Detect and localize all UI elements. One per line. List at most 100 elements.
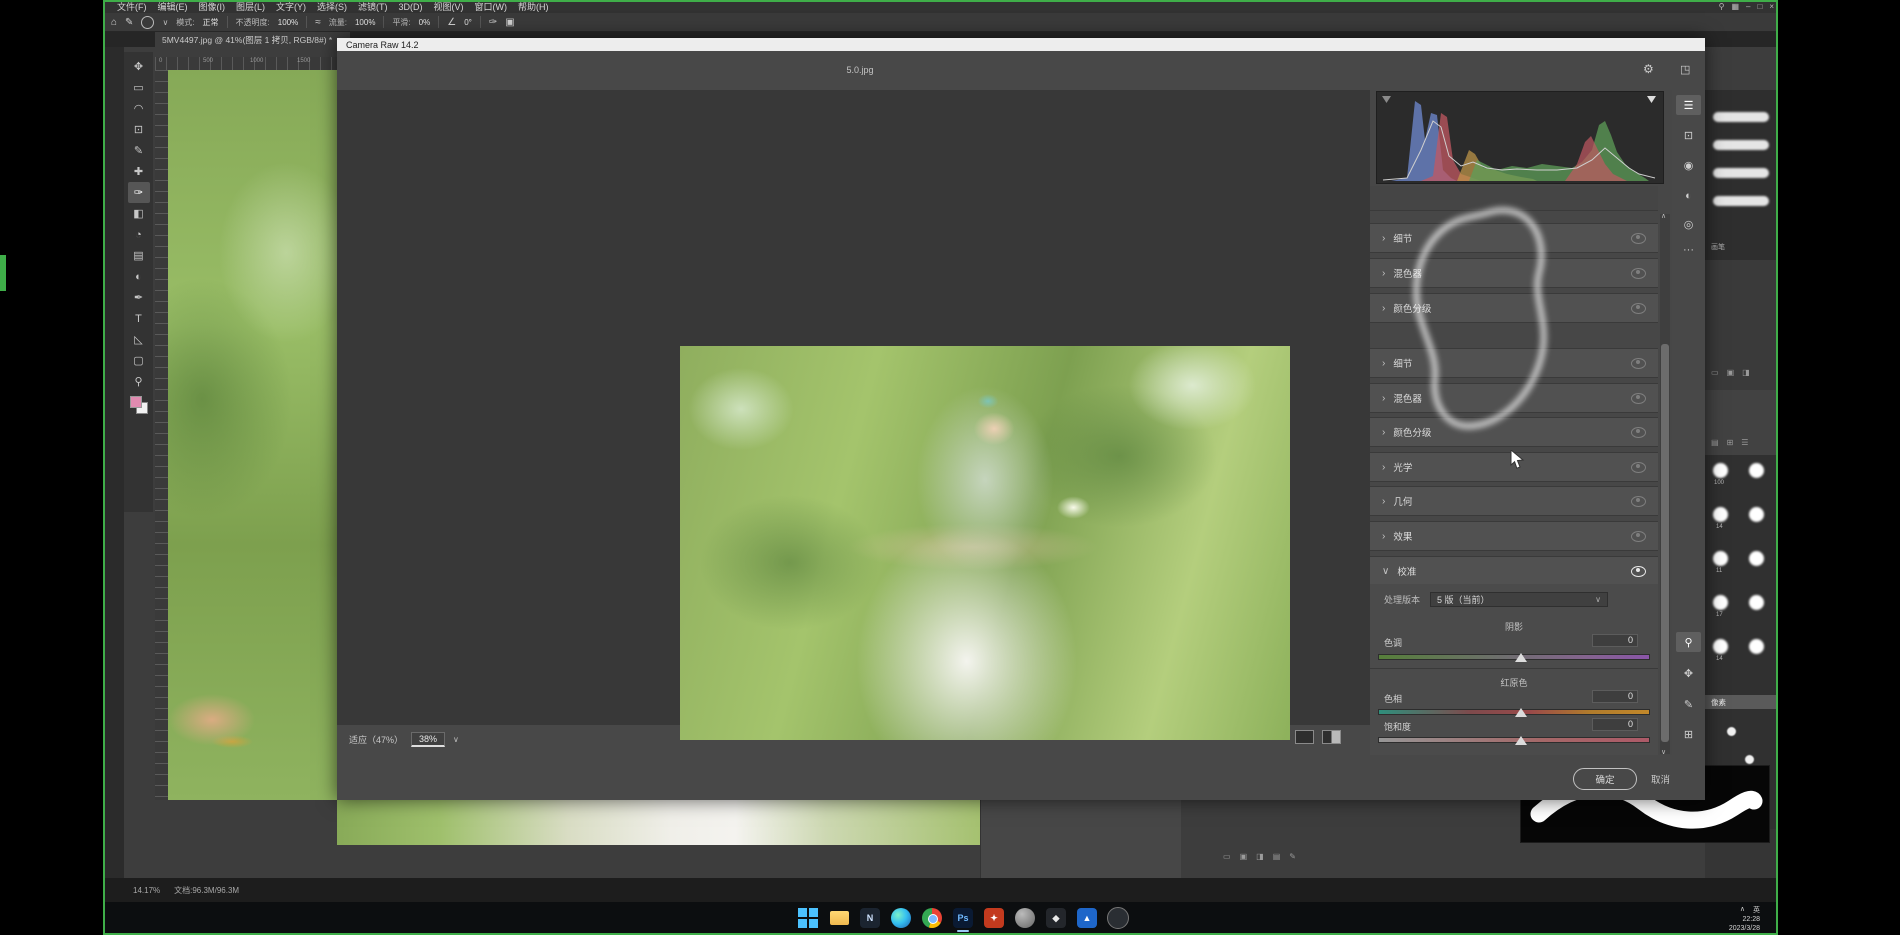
file-explorer-button[interactable] (828, 907, 850, 929)
camera-raw-title-bar[interactable]: Camera Raw 14.2 (337, 38, 1705, 51)
chrome-button[interactable] (921, 907, 943, 929)
section-effects[interactable]: › 效果 (1370, 521, 1658, 551)
split-view-icon[interactable] (1322, 730, 1341, 744)
menu-filter[interactable]: 滤镜(T) (358, 0, 388, 13)
angle-value[interactable]: 0° (464, 18, 472, 27)
curve-point[interactable] (1727, 727, 1736, 736)
scroll-down-icon[interactable]: ∨ (1661, 748, 1666, 756)
menu-edit[interactable]: 编辑(E) (158, 0, 188, 13)
app-dark-button[interactable]: ◆ (1045, 907, 1067, 929)
panel-icon[interactable]: ▭ (1711, 368, 1719, 377)
eye-icon[interactable] (1631, 393, 1646, 404)
close-button[interactable]: × (1769, 2, 1774, 11)
hue-slider[interactable] (1378, 709, 1650, 715)
selected-brush-row[interactable]: 像素 (1705, 695, 1778, 709)
eye-icon[interactable] (1631, 531, 1646, 542)
move-tool[interactable]: ✥ (128, 56, 150, 77)
zoom-percentage[interactable]: 14.17% (133, 886, 160, 895)
brush-stroke-thumb[interactable] (1713, 168, 1769, 178)
photoshop-button[interactable]: Ps (952, 907, 974, 929)
brush-preset[interactable] (1713, 551, 1728, 566)
folder-icon[interactable]: ▤ (1711, 438, 1719, 447)
shape-tool[interactable]: ▢ (128, 350, 150, 371)
pen-tool[interactable]: ✒ (128, 287, 150, 308)
input-language-indicator[interactable]: 英 (1753, 905, 1760, 915)
home-icon[interactable]: ⌂ (111, 17, 117, 28)
white-balance-sampler[interactable]: ✎ (1676, 694, 1701, 714)
start-button[interactable] (797, 907, 819, 929)
grid-overlay-toggle[interactable]: ⊞ (1676, 724, 1701, 744)
curve-point[interactable] (1745, 755, 1754, 764)
tint-slider-thumb[interactable] (1515, 653, 1527, 662)
eye-icon[interactable] (1631, 427, 1646, 438)
eye-icon[interactable] (1631, 496, 1646, 507)
panel-icon[interactable]: ▣ (1240, 852, 1248, 861)
mode-value[interactable]: 正常 (203, 17, 219, 28)
menu-window[interactable]: 窗口(W) (475, 0, 508, 13)
lasso-tool[interactable]: ◠ (128, 98, 150, 119)
symmetry-icon[interactable]: ✑ (489, 17, 497, 28)
menu-help[interactable]: 帮助(H) (518, 0, 549, 13)
before-after-view-icon[interactable] (1295, 730, 1314, 744)
brush-preset[interactable] (1713, 595, 1728, 610)
ok-button[interactable]: 确定 (1573, 768, 1637, 790)
brush-preset[interactable] (1713, 463, 1728, 478)
eraser-tool[interactable]: ◔ (128, 224, 150, 245)
clone-tool[interactable]: ◧ (128, 203, 150, 224)
gradient-tool[interactable]: ▤ (128, 245, 150, 266)
menu-type[interactable]: 文字(Y) (276, 0, 306, 13)
hand-tool-cr[interactable]: ✥ (1676, 663, 1701, 683)
panel-icon[interactable]: ◨ (1742, 368, 1750, 377)
section-color-mixer[interactable]: › 混色器 (1370, 258, 1658, 288)
brush-stroke-thumb[interactable] (1713, 112, 1769, 122)
foreground-color-swatch[interactable] (130, 396, 142, 408)
color-swatches[interactable] (130, 396, 148, 414)
scroll-up-icon[interactable]: ∧ (1661, 212, 1666, 220)
dodge-tool[interactable]: ◐ (128, 266, 150, 287)
app-n-button[interactable]: N (859, 907, 881, 929)
masking-tool[interactable]: ◐ (1676, 186, 1701, 206)
workspace-layout-icon[interactable]: ▦ (1731, 2, 1739, 11)
brush-preset[interactable] (1713, 639, 1728, 654)
eye-icon[interactable] (1631, 462, 1646, 473)
menu-3d[interactable]: 3D(D) (399, 2, 423, 12)
menu-select[interactable]: 选择(S) (317, 0, 347, 13)
marquee-tool[interactable]: ▭ (128, 77, 150, 98)
document-tab[interactable]: 5MV4497.jpg @ 41%(图层 1 拷贝, RGB/8#) * × (155, 32, 350, 47)
brush-stroke-thumb[interactable] (1713, 140, 1769, 150)
menu-view[interactable]: 视图(V) (434, 0, 464, 13)
cancel-button[interactable]: 取消 (1651, 772, 1670, 786)
zoom-fit-label[interactable]: 适应（47%） (349, 733, 403, 746)
brush-preset[interactable] (1749, 595, 1764, 610)
menu-icon[interactable]: ☰ (1741, 438, 1748, 447)
path-select-tool[interactable]: ◺ (128, 329, 150, 350)
healing-tool[interactable]: ◉ (1676, 155, 1701, 175)
brush-preset[interactable] (1749, 507, 1764, 522)
saturation-slider-thumb[interactable] (1515, 736, 1527, 745)
app-gray-button[interactable] (1014, 907, 1036, 929)
scrollbar-thumb[interactable] (1661, 344, 1669, 742)
zoom-tool[interactable]: ⚲ (128, 371, 150, 392)
zoom-chevron-icon[interactable]: ∨ (453, 735, 459, 744)
saturation-slider[interactable] (1378, 737, 1650, 743)
app-photos-button[interactable]: ▲ (1076, 907, 1098, 929)
section-detail[interactable]: › 细节 (1370, 223, 1658, 253)
maximize-button[interactable]: □ (1757, 2, 1762, 11)
eye-icon[interactable] (1631, 303, 1646, 314)
brush-tool[interactable]: ✑ (128, 182, 150, 203)
brush-preset[interactable] (1749, 551, 1764, 566)
more-settings[interactable]: ··· (1676, 240, 1701, 260)
text-tool[interactable]: T (128, 308, 150, 329)
edge-button[interactable] (890, 907, 912, 929)
section-calibration[interactable]: ∨ 校准 (1370, 556, 1658, 586)
zoom-level-box[interactable]: 38% (411, 732, 445, 747)
panel-icon[interactable]: ✎ (1289, 852, 1296, 861)
panel-icon[interactable]: ▭ (1223, 852, 1231, 861)
gear-icon[interactable]: ⚙ (1643, 62, 1654, 76)
hue-slider-thumb[interactable] (1515, 708, 1527, 717)
minimize-button[interactable]: – (1746, 2, 1750, 11)
section-color-grading[interactable]: › 颜色分级 (1370, 293, 1658, 323)
brush-preset[interactable] (1713, 507, 1728, 522)
crop-rotate-tool[interactable]: ⊡ (1676, 125, 1701, 145)
section-color-grading-2[interactable]: › 颜色分级 (1370, 417, 1658, 447)
